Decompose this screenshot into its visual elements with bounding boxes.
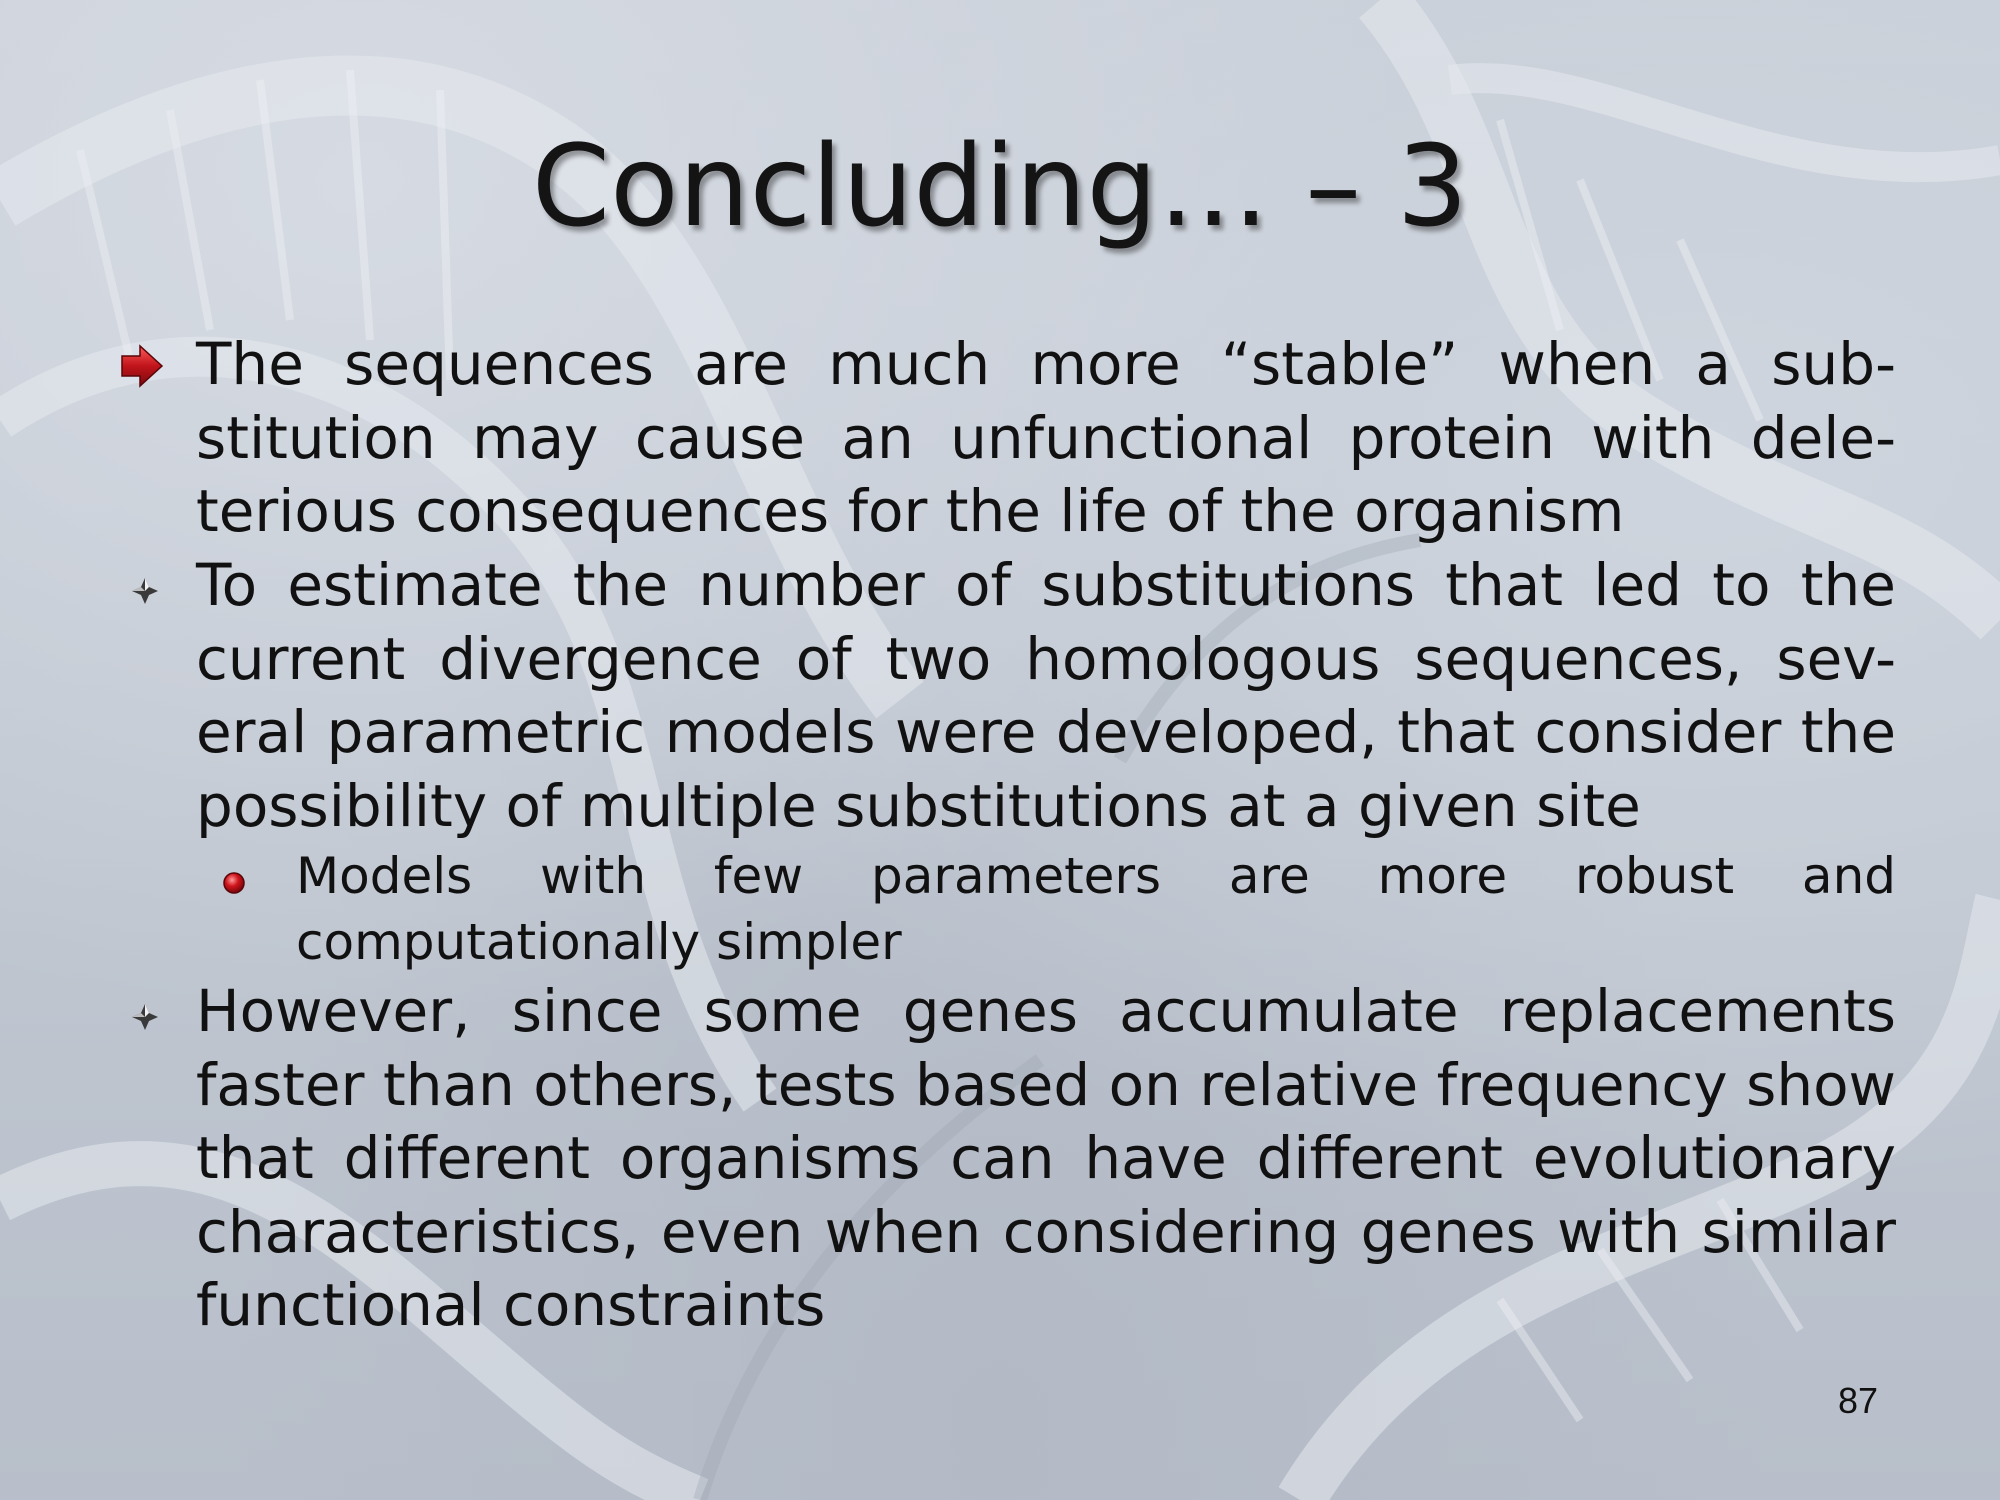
- sub-bullet-text: Models with few parameters are more robu…: [296, 847, 1896, 971]
- bullet-text-2: To estimate the number of substitutions …: [196, 551, 1896, 840]
- slide: Concluding… – 3 The sequences are much m…: [0, 0, 2000, 1500]
- red-dot-icon: [223, 872, 245, 894]
- page-number: 87: [1837, 1380, 1878, 1421]
- bullet-text-3: However, since some genes accumulate rep…: [196, 977, 1896, 1339]
- red-arrow-icon: [121, 344, 164, 388]
- bullet-text-1: The sequences are much more “stable” whe…: [196, 330, 1896, 545]
- bullet-list: The sequences are much more “stable” whe…: [0, 0, 2000, 1500]
- diamond-bullet-icon: [132, 578, 158, 604]
- diamond-bullet-icon: [132, 1004, 158, 1030]
